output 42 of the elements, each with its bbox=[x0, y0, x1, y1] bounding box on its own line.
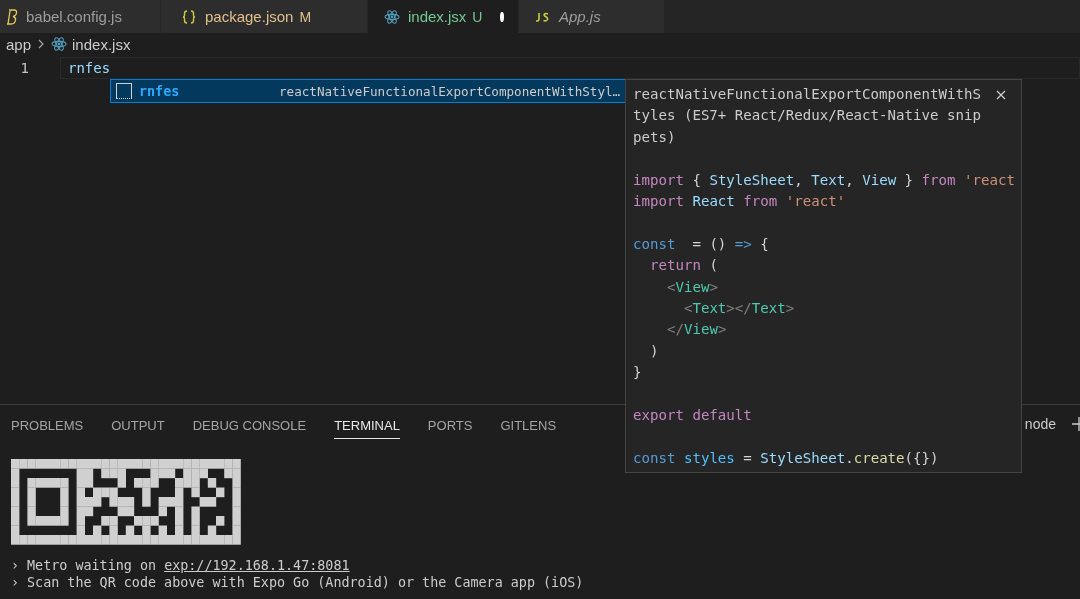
code-line: import React from 'react' bbox=[633, 192, 847, 211]
suggestion-item[interactable]: rnfes reactNativeFunctionalExportComponentWithStyl… bbox=[111, 80, 625, 102]
letter-b-icon bbox=[6, 8, 18, 25]
line-number: 1 bbox=[19, 60, 30, 76]
editor-tab[interactable]: index.jsx U bbox=[368, 0, 519, 33]
braces-icon bbox=[181, 8, 197, 25]
react-icon bbox=[384, 8, 400, 25]
close-icon[interactable] bbox=[994, 89, 1007, 101]
terminal-name[interactable]: node bbox=[1024, 416, 1056, 432]
git-status-label: U bbox=[472, 8, 483, 25]
react-icon bbox=[51, 36, 68, 52]
code-line: import { StyleSheet, Text, View } from 'react bbox=[633, 170, 1016, 190]
code-line: </View> bbox=[665, 320, 728, 340]
code-line: const = () => { bbox=[633, 234, 770, 254]
code-line: return ( bbox=[648, 256, 719, 276]
terminal-text: Scan the QR code above with Expo Go (Android) or the Camera app (iOS) bbox=[27, 574, 584, 591]
panel-tab[interactable]: GITLENS bbox=[500, 412, 557, 439]
code-line: <Text></Text> bbox=[682, 298, 796, 318]
editor-tab[interactable]: App.js bbox=[519, 0, 665, 33]
code-line: rnfes bbox=[68, 60, 111, 76]
breadcrumb-item[interactable]: index.jsx bbox=[72, 35, 131, 53]
js-icon bbox=[535, 11, 551, 22]
code-line: } bbox=[633, 363, 643, 383]
editor-tab[interactable]: package.json M bbox=[161, 0, 368, 33]
terminal-text: Metro waiting on bbox=[27, 557, 158, 574]
code-line: <View> bbox=[665, 277, 719, 297]
snippet-description: reactNativeFunctionalExportComponentWithStyles (ES7+ React/Redux/React-Native snippets) bbox=[633, 85, 981, 147]
code-line: ) bbox=[648, 341, 660, 361]
breadcrumb-item[interactable]: app bbox=[6, 35, 32, 53]
prompt-symbol: › bbox=[11, 574, 20, 591]
panel-tab[interactable]: PROBLEMS bbox=[11, 412, 84, 439]
terminal-link[interactable]: exp://192.168.1.47:8081 bbox=[164, 557, 350, 574]
panel-tab[interactable]: OUTPUT bbox=[111, 412, 165, 439]
editor-tab[interactable]: babel.config.js bbox=[0, 0, 161, 33]
git-status-label: M bbox=[299, 8, 312, 25]
panel-tab[interactable]: TERMINAL bbox=[334, 412, 400, 439]
prompt-symbol: › bbox=[11, 557, 20, 574]
panel-tab[interactable]: DEBUG CONSOLE bbox=[192, 412, 307, 439]
code-line: export default bbox=[633, 405, 753, 425]
code-line: const styles = StyleSheet.create({}) bbox=[633, 448, 940, 468]
snippet-icon bbox=[116, 83, 132, 99]
panel-tab[interactable]: PORTS bbox=[427, 412, 473, 439]
